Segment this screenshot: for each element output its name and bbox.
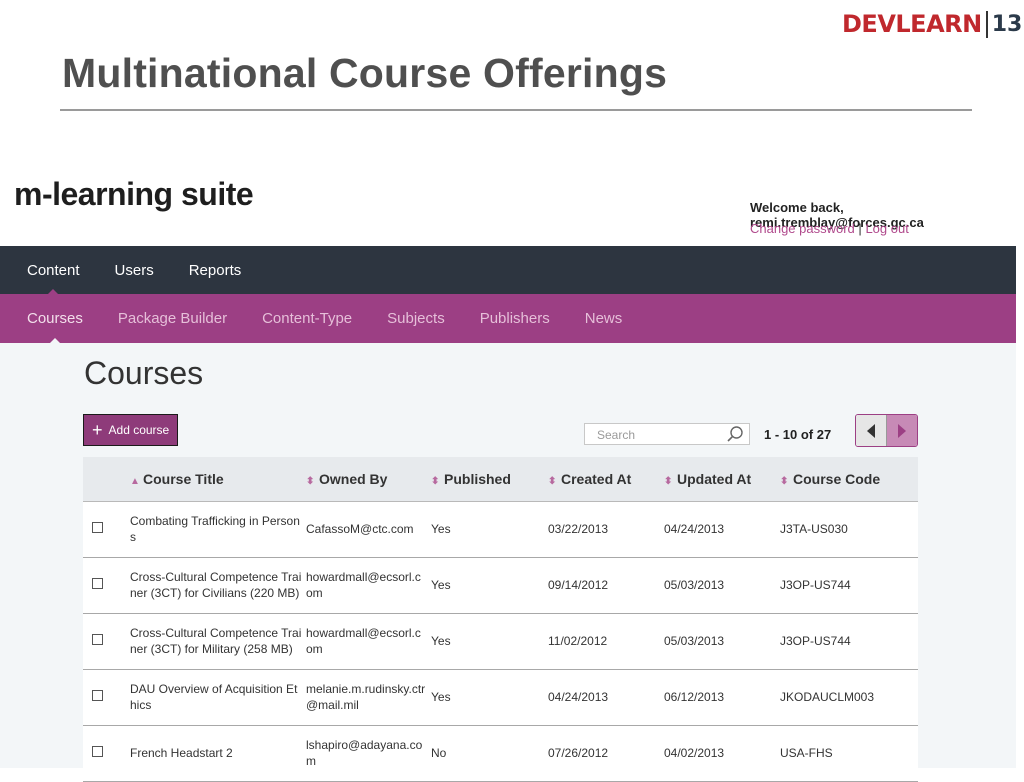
cell-title[interactable]: Combating Trafficking in Persons <box>130 501 306 557</box>
cell-published: Yes <box>431 578 451 592</box>
nav-users[interactable]: Users <box>115 262 154 279</box>
pagination-summary: 1 - 10 of 27 <box>764 427 832 442</box>
header-course-title[interactable]: ▲ Course Title <box>130 457 306 502</box>
main-content: Courses + Add course 1 - 10 of 27 <box>0 343 1016 781</box>
header-label: Course Title <box>143 470 224 487</box>
subnav-courses[interactable]: Courses <box>27 310 83 344</box>
row-checkbox[interactable] <box>92 578 103 589</box>
header-label: Course Code <box>793 470 881 487</box>
subnav-subjects[interactable]: Subjects <box>387 310 445 327</box>
title-divider <box>60 109 972 111</box>
link-separator: | <box>858 221 862 236</box>
sort-icon: ⬍ <box>431 475 440 487</box>
header-label: Owned By <box>319 470 388 487</box>
cell-created: 03/22/2013 <box>548 522 609 536</box>
cell-published: Yes <box>431 690 451 704</box>
devlearn-logo: DevLearn 13 <box>842 6 1024 42</box>
nav-reports[interactable]: Reports <box>189 262 242 279</box>
nav-content[interactable]: Content <box>27 262 80 296</box>
cell-updated: 04/24/2013 <box>664 522 725 536</box>
prev-page-button[interactable] <box>856 415 887 446</box>
account-links: Change password | Log out <box>750 221 909 236</box>
cell-updated: 06/12/2013 <box>664 690 725 704</box>
search-icon[interactable] <box>726 425 744 443</box>
cell-published: Yes <box>431 634 451 648</box>
cell-created: 07/26/2012 <box>548 746 609 760</box>
app-brand: m-learning suite <box>14 176 254 212</box>
secondary-nav: Courses Package Builder Content-Type Sub… <box>0 294 1016 344</box>
subnav-content-type[interactable]: Content-Type <box>262 310 352 327</box>
next-page-button[interactable] <box>887 415 917 446</box>
sort-ascending-icon: ▲ <box>130 475 140 487</box>
courses-table: ▲ Course Title ⬍ Owned By ⬍ Published ⬍ Crea… <box>83 457 918 782</box>
row-checkbox[interactable] <box>92 634 103 645</box>
cell-title[interactable]: Cross-Cultural Competence Trainer (3CT) … <box>130 613 306 669</box>
table-row: French Headstart 2 lshapiro@adayana.com … <box>83 725 918 781</box>
cell-updated: 04/02/2013 <box>664 746 725 760</box>
cell-created: 09/14/2012 <box>548 578 609 592</box>
cell-created: 04/24/2013 <box>548 690 609 704</box>
pagination-controls <box>855 414 918 447</box>
header-label: Created At <box>561 470 632 487</box>
cell-published: Yes <box>431 522 451 536</box>
slide-title: Multinational Course Offerings <box>62 50 668 96</box>
cell-code: J3OP-US744 <box>780 578 851 592</box>
subnav-publishers[interactable]: Publishers <box>480 310 550 327</box>
cell-code: J3TA-US030 <box>780 522 848 536</box>
header-select <box>83 457 130 502</box>
header-published[interactable]: ⬍ Published <box>431 457 548 502</box>
logo-word: DevLearn <box>842 10 982 38</box>
sort-icon: ⬍ <box>664 475 673 487</box>
cell-owner: CafassoM@ctc.com <box>306 522 414 536</box>
cell-title[interactable]: Cross-Cultural Competence Trainer (3CT) … <box>130 557 306 613</box>
cell-updated: 05/03/2013 <box>664 634 725 648</box>
cell-owner: howardmall@ecsorl.com <box>306 570 421 600</box>
cell-title[interactable]: French Headstart 2 <box>130 725 306 781</box>
search-box <box>584 423 750 445</box>
cell-title[interactable]: DAU Overview of Acquisition Ethics <box>130 669 306 725</box>
table-header-row: ▲ Course Title ⬍ Owned By ⬍ Published ⬍ Crea… <box>83 457 918 502</box>
cell-owner: melanie.m.rudinsky.ctr@mail.mil <box>306 682 426 712</box>
table-row: Cross-Cultural Competence Trainer (3CT) … <box>83 613 918 669</box>
search-input[interactable] <box>595 425 729 445</box>
table-row: DAU Overview of Acquisition Ethics melan… <box>83 669 918 725</box>
page-heading: Courses <box>84 355 204 391</box>
cell-code: J3OP-US744 <box>780 634 851 648</box>
header-created-at[interactable]: ⬍ Created At <box>548 457 664 502</box>
cell-code: USA-FHS <box>780 746 833 760</box>
cell-created: 11/02/2012 <box>548 634 608 648</box>
header-label: Published <box>444 470 511 487</box>
cell-published: No <box>431 746 447 760</box>
header-owned-by[interactable]: ⬍ Owned By <box>306 457 431 502</box>
sort-icon: ⬍ <box>548 475 557 487</box>
table-row: Combating Trafficking in Persons Cafasso… <box>83 501 918 557</box>
table-row: Cross-Cultural Competence Trainer (3CT) … <box>83 557 918 613</box>
primary-nav: Content Users Reports <box>0 246 1016 296</box>
plus-icon: + <box>92 420 103 440</box>
row-checkbox[interactable] <box>92 746 103 757</box>
row-checkbox[interactable] <box>92 690 103 701</box>
sort-icon: ⬍ <box>306 475 315 487</box>
row-checkbox[interactable] <box>92 522 103 533</box>
cell-owner: lshapiro@adayana.com <box>306 738 423 768</box>
subnav-package-builder[interactable]: Package Builder <box>118 310 227 327</box>
header-label: Updated At <box>677 470 752 487</box>
sort-icon: ⬍ <box>780 475 789 487</box>
cell-owner: howardmall@ecsorl.com <box>306 626 421 656</box>
header-updated-at[interactable]: ⬍ Updated At <box>664 457 780 502</box>
subnav-news[interactable]: News <box>585 310 623 327</box>
add-course-button[interactable]: + Add course <box>83 414 178 446</box>
header-course-code[interactable]: ⬍ Course Code <box>780 457 918 502</box>
cell-updated: 05/03/2013 <box>664 578 725 592</box>
chevron-left-icon <box>867 423 875 438</box>
logo-number: 13 <box>985 10 1024 38</box>
app-screenshot: m-learning suite Welcome back, remi.trem… <box>0 168 1016 781</box>
add-course-label: Add course <box>108 423 170 437</box>
logout-link[interactable]: Log out <box>865 221 908 236</box>
change-password-link[interactable]: Change password <box>750 221 855 236</box>
chevron-right-icon <box>898 423 906 438</box>
cell-code: JKODAUCLM003 <box>780 690 875 704</box>
